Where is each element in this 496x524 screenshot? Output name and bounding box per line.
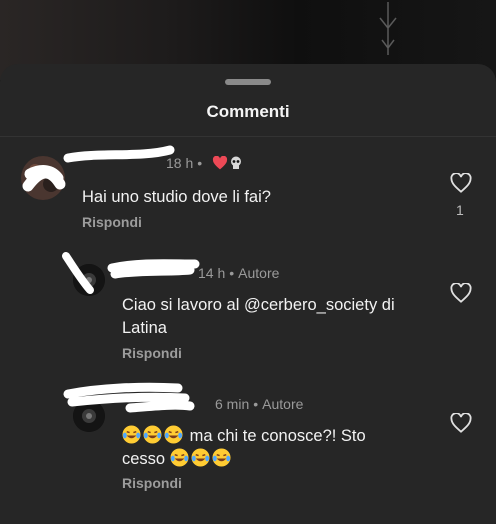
timestamp: 14 h (198, 265, 226, 281)
comment-text: Hai uno studio dove li fai? (82, 188, 271, 206)
avatar[interactable] (73, 400, 105, 432)
avatar-image-icon (21, 156, 65, 200)
like-heart-icon[interactable] (450, 413, 472, 433)
author-tag: Autore (238, 265, 280, 281)
sheet-title: Commenti (206, 102, 290, 121)
comment-text: ma chi te conosce?! Sto cesso (122, 425, 442, 471)
separator-dot: • (197, 155, 203, 171)
comment-text-part2: cesso (122, 450, 166, 468)
skull-icon (231, 156, 242, 169)
comment-header: 6 min • Autore (215, 396, 303, 412)
tattoo-sketch-icon (379, 2, 397, 55)
laughing-tears-icon (143, 425, 162, 444)
like-heart-icon[interactable] (450, 173, 472, 193)
timestamp: 18 h (166, 155, 194, 171)
laughing-tears-icon (191, 448, 210, 467)
timestamp: 6 min (215, 396, 250, 412)
drag-handle[interactable] (225, 79, 271, 85)
comment-text-part1: ma chi te conosce?! Sto (189, 427, 366, 445)
header-divider (0, 136, 496, 137)
laughing-tears-emoji-row (170, 448, 233, 468)
laughing-tears-icon (122, 425, 141, 444)
like-count: 1 (456, 202, 464, 218)
author-tag: Autore (262, 396, 304, 412)
comment-text: Ciao si lavoro al @cerbero_society di La… (122, 296, 395, 337)
red-heart-icon (213, 156, 228, 170)
reply-button[interactable]: Rispondi (122, 345, 182, 361)
laughing-tears-icon (164, 425, 183, 444)
avatar[interactable] (73, 264, 105, 296)
avatar-image-icon (73, 264, 105, 296)
avatar-image-icon (73, 400, 105, 432)
laughing-tears-icon (170, 448, 189, 467)
comment-header: 18 h • (126, 155, 242, 171)
avatar[interactable] (21, 156, 65, 200)
laughing-tears-emoji-row (122, 425, 185, 445)
reply-button[interactable]: Rispondi (122, 475, 182, 491)
reply-button[interactable]: Rispondi (82, 214, 142, 230)
comment-header: 14 h • Autore (198, 265, 279, 281)
laughing-tears-icon (212, 448, 231, 467)
separator-dot: • (229, 265, 235, 281)
separator-dot: • (253, 396, 259, 412)
like-heart-icon[interactable] (450, 283, 472, 303)
